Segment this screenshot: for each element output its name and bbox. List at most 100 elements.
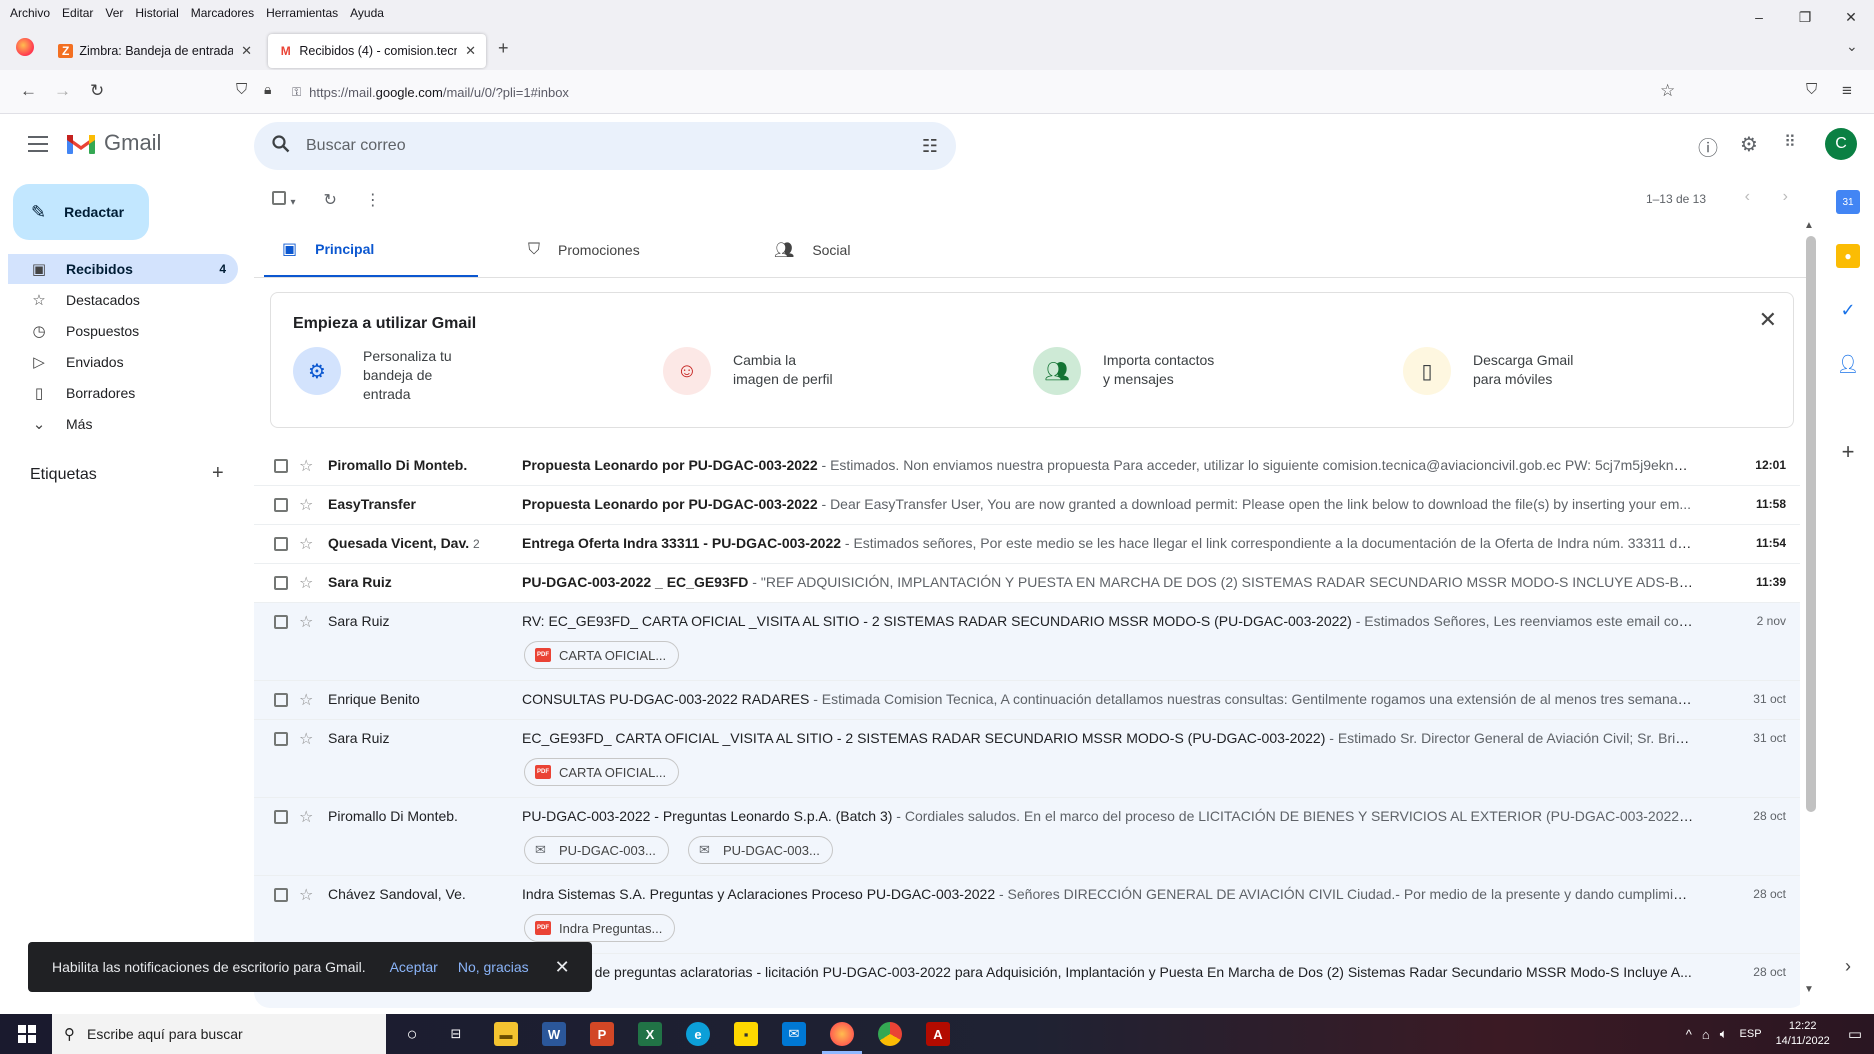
mail-app-icon[interactable]: ✉ — [782, 1022, 806, 1046]
sidebar-item-snoozed[interactable]: ◷ Pospuestos — [8, 316, 238, 346]
tasks-icon[interactable]: ✓ — [1836, 298, 1860, 322]
more-options-icon[interactable]: ⋮ — [365, 190, 381, 210]
scroll-up-icon[interactable]: ▲ — [1804, 220, 1814, 231]
select-all-checkbox[interactable]: ▾ — [272, 190, 295, 210]
task-view-icon[interactable]: ⊟ — [444, 1022, 468, 1046]
reload-icon[interactable]: ↻ — [90, 81, 104, 101]
tab-social[interactable]: 👥︎ Social — [756, 222, 996, 278]
star-icon[interactable]: ☆ — [299, 690, 313, 710]
excel-icon[interactable]: X — [638, 1022, 662, 1046]
show-side-panel-icon[interactable]: › — [1836, 954, 1860, 978]
sidebar-item-sent[interactable]: ▷ Enviados — [8, 347, 238, 377]
attachment-chip[interactable]: PDF Indra Preguntas... — [524, 914, 676, 942]
compose-button[interactable]: ✎ Redactar — [13, 184, 149, 240]
mail-row[interactable]: ☆ Enrique Benito CONSULTAS PU-DGAC-003-2… — [254, 681, 1800, 720]
scroll-down-icon[interactable]: ▼ — [1804, 984, 1814, 995]
bookmark-star-icon[interactable]: ☆ — [1660, 81, 1675, 101]
menu-archivo[interactable]: Archivo — [10, 6, 50, 20]
cortana-icon[interactable]: ○ — [400, 1022, 424, 1046]
gs-change-photo[interactable]: ☺ Cambia la imagen de perfil — [663, 347, 843, 395]
contacts-icon[interactable]: 👤︎ — [1836, 352, 1860, 376]
get-addons-icon[interactable]: + — [1836, 439, 1860, 464]
acrobat-icon[interactable]: A — [926, 1022, 950, 1046]
mail-row[interactable]: ☆ Piromallo Di Monteb. PU-DGAC-003-2022 … — [254, 798, 1800, 876]
edge-icon[interactable]: e — [686, 1022, 710, 1046]
menu-historial[interactable]: Historial — [135, 6, 178, 20]
sidebar-item-more[interactable]: ⌄ Más — [8, 409, 238, 439]
attachment-chip[interactable]: ✉ PU-DGAC-003... — [688, 836, 833, 864]
gs-download-mobile[interactable]: ▯ Descarga Gmail para móviles — [1403, 347, 1583, 395]
sidebar-item-starred[interactable]: ☆ Destacados — [8, 285, 238, 315]
volume-icon[interactable]: 🔈︎ — [1720, 1026, 1728, 1042]
account-avatar[interactable]: C — [1825, 128, 1857, 160]
star-icon[interactable]: ☆ — [299, 612, 313, 632]
chrome-icon[interactable] — [878, 1022, 902, 1046]
close-tab-icon[interactable]: ✕ — [241, 43, 252, 59]
word-icon[interactable]: W — [542, 1022, 566, 1046]
menu-ayuda[interactable]: Ayuda — [350, 6, 384, 20]
close-icon[interactable]: ✕ — [555, 957, 570, 978]
search-input[interactable]: Buscar correo — [306, 137, 406, 155]
network-icon[interactable]: ⌂ — [1702, 1027, 1710, 1042]
notifications-icon[interactable]: ▭ — [1848, 1025, 1862, 1043]
next-page-icon[interactable]: › — [1783, 188, 1788, 206]
tracking-protection-icon[interactable]: ⛉ — [236, 81, 247, 98]
row-checkbox[interactable] — [274, 615, 288, 629]
row-checkbox[interactable] — [274, 537, 288, 551]
list-tabs-icon[interactable]: ⌄ — [1846, 38, 1858, 55]
star-icon[interactable]: ☆ — [299, 456, 313, 476]
row-checkbox[interactable] — [274, 498, 288, 512]
refresh-icon[interactable]: ↻ — [323, 190, 336, 210]
menu-marcadores[interactable]: Marcadores — [191, 6, 254, 20]
close-tab-icon[interactable]: ✕ — [465, 43, 476, 59]
search-options-icon[interactable]: ☷ — [922, 136, 938, 157]
row-checkbox[interactable] — [274, 459, 288, 473]
star-icon[interactable]: ☆ — [299, 495, 313, 515]
app-menu-icon[interactable]: ≡ — [1842, 81, 1852, 101]
calendar-icon[interactable]: 31 — [1836, 190, 1860, 214]
decline-button[interactable]: No, gracias — [458, 959, 529, 975]
close-icon[interactable]: ✕ — [1759, 307, 1777, 333]
gs-customize-inbox[interactable]: ⚙ Personaliza tu bandeja de entrada — [293, 347, 463, 404]
tab-principal[interactable]: ▣ Principal — [264, 222, 478, 278]
row-checkbox[interactable] — [274, 732, 288, 746]
windows-start-icon[interactable] — [18, 1025, 36, 1043]
sticky-notes-icon[interactable]: ▪ — [734, 1022, 758, 1046]
tab-zimbra[interactable]: Z Zimbra: Bandeja de entrada (5) ✕ — [48, 34, 262, 68]
star-icon[interactable]: ☆ — [299, 534, 313, 554]
gmail-logo[interactable]: Gmail — [66, 130, 161, 156]
url-bar[interactable]: ⚿ https://mail. google.com/mail/u/0/?pli=… — [292, 76, 1642, 108]
attachment-chip[interactable]: PDF CARTA OFICIAL... — [524, 758, 680, 786]
minimize-icon[interactable]: – — [1736, 0, 1782, 34]
mail-row[interactable]: ☆ Sara Ruiz PU-DGAC-003-2022 _ EC_GE93FD… — [254, 564, 1800, 603]
sidebar-item-inbox[interactable]: ▣ Recibidos 4 — [8, 254, 238, 284]
attachment-chip[interactable]: ✉ PU-DGAC-003... — [524, 836, 669, 864]
add-label-icon[interactable]: + — [212, 462, 224, 485]
permissions-icon[interactable]: ⚿ — [292, 85, 301, 100]
lock-icon[interactable]: 🔒︎ — [264, 81, 271, 98]
forward-icon[interactable]: → — [54, 81, 71, 101]
gs-import-contacts[interactable]: 👥︎ Importa contactos y mensajes — [1033, 347, 1223, 395]
star-icon[interactable]: ☆ — [299, 885, 313, 905]
mail-row[interactable]: ☆ Piromallo Di Monteb. Propuesta Leonard… — [254, 447, 1800, 486]
scrollbar-thumb[interactable] — [1806, 236, 1816, 812]
mail-row[interactable]: ☆ Sara Ruiz EC_GE93FD_ CARTA OFICIAL _VI… — [254, 720, 1800, 798]
clock[interactable]: 12:22 14/11/2022 — [1776, 1019, 1830, 1049]
firefox-icon[interactable] — [830, 1022, 854, 1046]
close-window-icon[interactable]: ✕ — [1828, 0, 1874, 34]
new-tab-icon[interactable]: + — [498, 38, 509, 59]
firefox-view-icon[interactable] — [16, 38, 34, 56]
back-icon[interactable]: ← — [20, 81, 37, 101]
menu-herramientas[interactable]: Herramientas — [266, 6, 338, 20]
taskbar-search-input[interactable]: Escribe aquí para buscar — [87, 1026, 243, 1042]
language-indicator[interactable]: ESP — [1740, 1028, 1762, 1040]
search-icon[interactable] — [272, 134, 290, 158]
powerpoint-icon[interactable]: P — [590, 1022, 614, 1046]
show-hidden-icons-icon[interactable]: ^ — [1686, 1027, 1692, 1042]
mail-row[interactable]: ☆ Quesada Vicent, Dav. 2 Entrega Oferta … — [254, 525, 1800, 564]
row-checkbox[interactable] — [274, 576, 288, 590]
accept-button[interactable]: Aceptar — [390, 959, 438, 975]
attachment-chip[interactable]: PDF CARTA OFICIAL... — [524, 641, 680, 669]
sidebar-item-drafts[interactable]: ▯ Borradores — [8, 378, 238, 408]
previous-page-icon[interactable]: ‹ — [1745, 188, 1750, 206]
